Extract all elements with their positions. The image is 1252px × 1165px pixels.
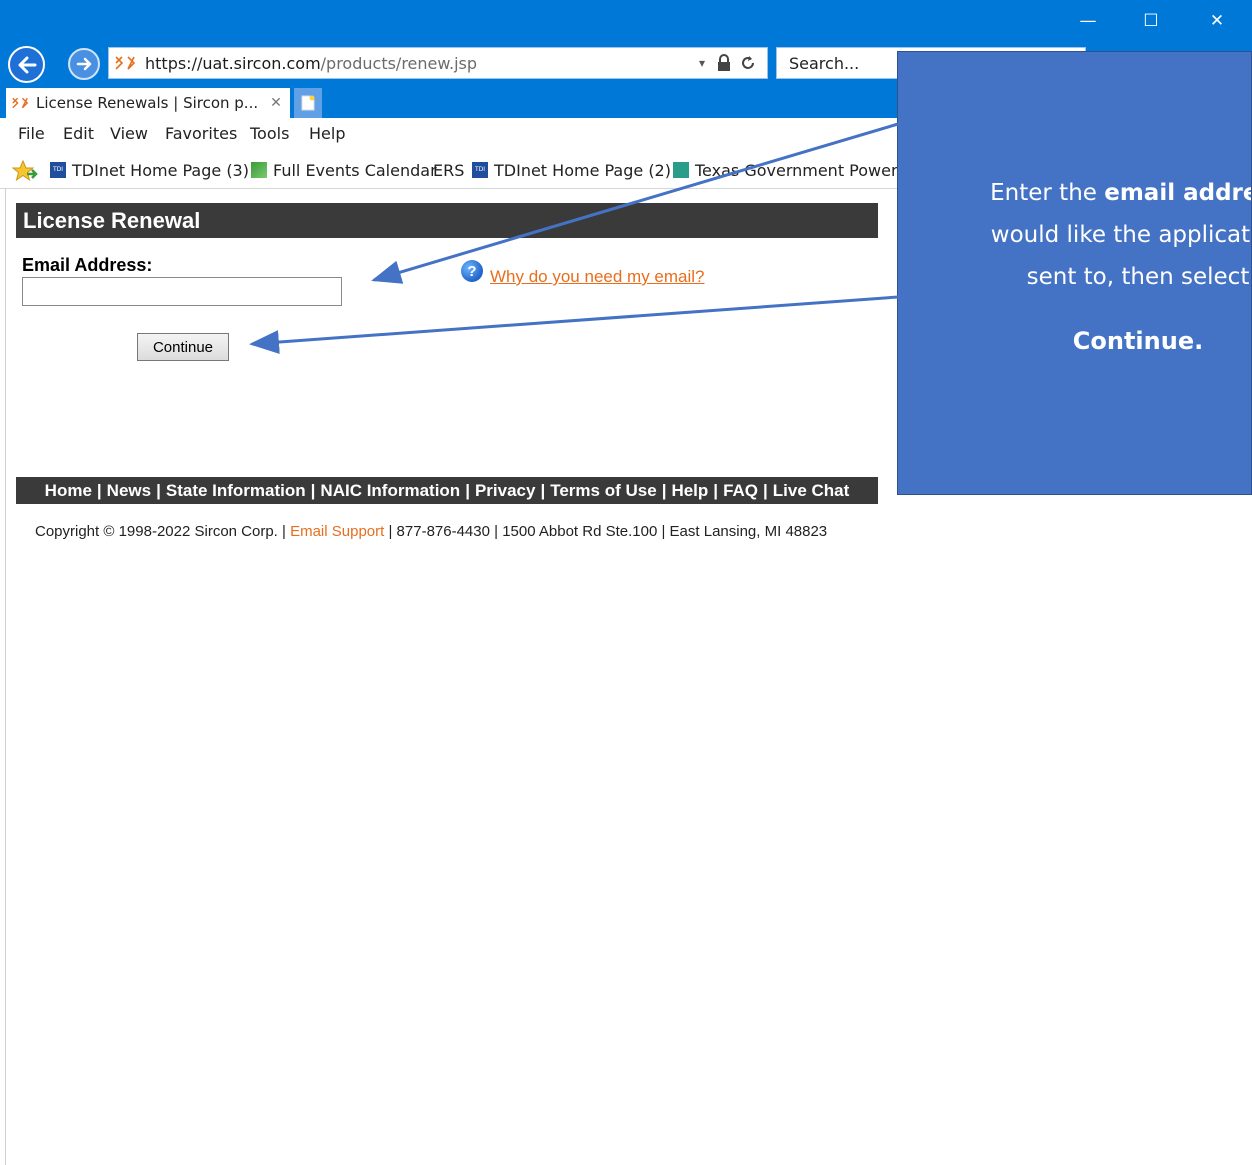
why-email-link[interactable]: Why do you need my email? [490,267,705,287]
arrow-to-continue-button [249,295,899,355]
dropdown-icon[interactable]: ▾ [699,56,705,70]
footer-link-terms[interactable]: Terms of Use [550,481,656,501]
lock-icon[interactable] [717,54,731,72]
texas-gov-favicon-icon [673,162,689,178]
menu-help[interactable]: Help [309,124,345,143]
question-help-icon[interactable]: ? [461,260,483,282]
footer-link-faq[interactable]: FAQ [723,481,758,501]
tab-title: License Renewals | Sircon p... [36,94,259,112]
footer-link-state-information[interactable]: State Information [166,481,306,501]
continue-button[interactable]: Continue [137,333,229,361]
footer-link-naic-information[interactable]: NAIC Information [320,481,460,501]
url-path: /products/renew.jsp [320,53,478,73]
tab-close-icon[interactable]: ✕ [270,95,282,111]
menu-view[interactable]: View [110,124,148,143]
footer-nav: Home | News | State Information | NAIC Info… [16,477,878,504]
fav-tdinet-3[interactable]: TDInet Home Page (3) [72,161,249,180]
callout-line1-bold: email address [1104,180,1251,206]
menu-tools[interactable]: Tools [250,124,289,143]
copyright-text: Copyright © 1998-2022 Sircon Corp. | [35,523,286,540]
refresh-icon[interactable] [739,54,757,72]
email-support-link[interactable]: Email Support [290,523,384,540]
maximize-icon[interactable]: ☐ [1128,0,1174,42]
callout-line3: sent to, then select [1026,264,1250,290]
callout-line4: Continue. [1072,327,1204,355]
email-label: Email Address: [22,255,153,275]
footer-link-news[interactable]: News [107,481,151,501]
address-input[interactable]: https://uat.sircon.com/products/renew.js… [108,47,768,79]
tdinet-favicon-icon: TDI [472,162,488,178]
menu-file[interactable]: File [18,124,45,143]
new-tab-icon [301,95,315,111]
new-tab-button[interactable] [294,88,322,118]
fav-texas-government[interactable]: Texas Government Power P [695,161,912,180]
tab-license-renewals[interactable]: License Renewals | Sircon p... ✕ [6,88,290,118]
contact-text: | 877-876-4430 | 1500 Abbot Rd Ste.100 |… [388,523,828,540]
fav-tdinet-2[interactable]: TDInet Home Page (2) [494,161,671,180]
back-arrow-icon [18,56,36,73]
calendar-favicon-icon [251,162,267,178]
callout-line1: Enter the [990,180,1105,206]
window-edge [5,188,6,1165]
page-title: License Renewal [23,208,201,233]
back-button[interactable] [8,46,45,83]
email-field[interactable] [22,277,342,306]
fav-ers[interactable]: ERS [433,161,464,180]
footer-link-home[interactable]: Home [45,481,92,501]
callout-line2: would like the application [990,222,1251,248]
forward-button[interactable] [68,48,100,80]
minimize-icon[interactable]: — [1065,0,1111,42]
tdinet-favicon-icon: TDI [50,162,66,178]
menu-edit[interactable]: Edit [63,124,94,143]
copyright-line: Copyright © 1998-2022 Sircon Corp. | Ema… [35,523,827,540]
favorites-star-icon[interactable] [12,160,38,182]
tab-favicon-icon [12,97,28,109]
footer-link-privacy[interactable]: Privacy [475,481,536,501]
menu-favorites[interactable]: Favorites [165,124,237,143]
fav-full-events-calendar[interactable]: Full Events Calendar [273,161,437,180]
instruction-callout: Enter the email address would like the a… [897,51,1252,495]
url-scheme: https:// [145,53,203,73]
site-favicon-icon [115,56,135,70]
close-window-icon[interactable]: ✕ [1194,0,1240,42]
callout-text: Enter the email address would like the a… [898,172,1251,362]
url-host: uat.sircon.com [202,53,321,73]
footer-link-help[interactable]: Help [671,481,708,501]
forward-arrow-icon [76,57,92,71]
footer-link-live-chat[interactable]: Live Chat [773,481,850,501]
